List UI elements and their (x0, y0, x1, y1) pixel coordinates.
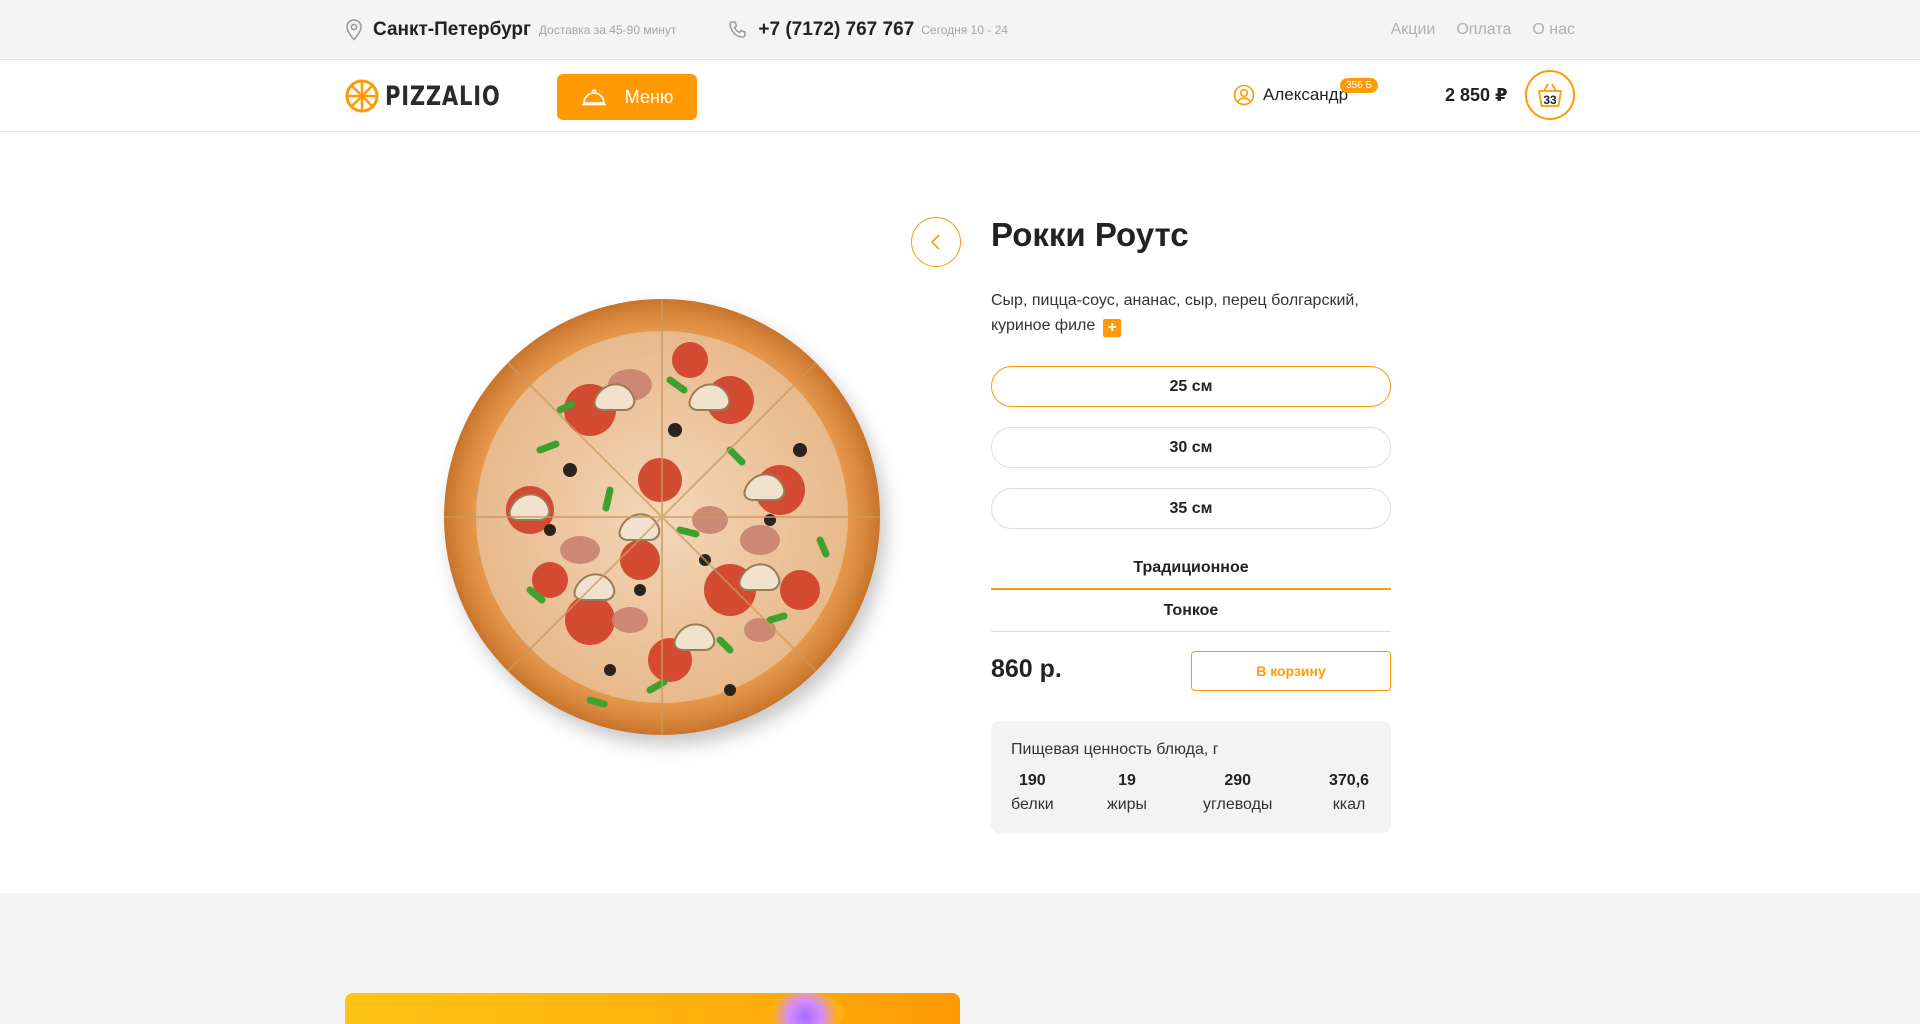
nutrition-label: жиры (1107, 796, 1148, 813)
menu-label: Меню (624, 86, 674, 107)
user-icon (1233, 84, 1255, 106)
cart-total[interactable]: 2 850 ₽ (1445, 85, 1508, 106)
top-bar: Санкт-Петербург Доставка за 45-90 минут … (0, 0, 1920, 60)
nutrition-protein: 190 белки (1011, 769, 1054, 817)
size-option-30[interactable]: 30 см (991, 427, 1391, 468)
nutrition-value: 370,6 (1329, 772, 1370, 789)
nutrition-value: 190 (1018, 772, 1046, 789)
working-hours: Сегодня 10 - 24 (921, 23, 1008, 37)
cloche-icon (581, 89, 606, 106)
phone-number[interactable]: +7 (7172) 767 767 (758, 19, 914, 41)
cart-count: 33 (1543, 93, 1557, 107)
description-text: Сыр, пицца-соус, ананас, сыр, перец болг… (991, 292, 1359, 334)
location-pin-icon (346, 19, 362, 41)
phone-icon (729, 21, 747, 38)
logo-wheel-icon (345, 79, 379, 113)
size-option-35[interactable]: 35 см (991, 488, 1391, 529)
nutrition-value: 19 (1118, 772, 1136, 789)
nav-link-payment[interactable]: Оплата (1456, 21, 1511, 39)
nutrition-label: ккал (1332, 796, 1366, 813)
dough-tab-traditional[interactable]: Традиционное (991, 548, 1391, 590)
nutrition-title: Пищевая ценность блюда, г (1011, 741, 1219, 758)
nutrition-fat: 19 жиры (1107, 769, 1147, 817)
nutrition-panel: Пищевая ценность блюда, г 190 белки 19 ж… (991, 721, 1391, 833)
nutrition-label: углеводы (1203, 796, 1273, 813)
nutrition-carbs: 290 углеводы (1203, 769, 1272, 817)
chevron-left-icon (930, 234, 940, 250)
nutrition-kcal: 370,6 ккал (1329, 769, 1369, 817)
promo-illustration (765, 993, 845, 1024)
nav-link-promotions[interactable]: Акции (1391, 21, 1436, 39)
nutrition-label: белки (1011, 796, 1054, 813)
logo-text: PIZZALIO (385, 80, 501, 112)
menu-button[interactable]: Меню (557, 74, 697, 120)
city-name[interactable]: Санкт-Петербург (373, 19, 531, 41)
add-to-cart-button[interactable]: В корзину (1191, 651, 1391, 691)
dough-tab-thin[interactable]: Тонкое (991, 590, 1391, 632)
phone-block: +7 (7172) 767 767 Сегодня 10 - 24 (728, 19, 1008, 41)
nutrition-value: 290 (1224, 772, 1252, 789)
plus-icon[interactable]: + (1103, 319, 1122, 337)
product-title: Рокки Роутс (991, 216, 1189, 253)
bottom-section (0, 893, 1920, 1024)
top-nav: Акции Оплата О нас (1391, 21, 1575, 39)
pizza-image (444, 299, 880, 735)
product-description: Сыр, пицца-соус, ананас, сыр, перец болг… (991, 288, 1411, 338)
product-price: 860 р. (991, 655, 1062, 683)
logo[interactable]: PIZZALIO (345, 79, 533, 113)
delivery-note: Доставка за 45-90 минут (538, 23, 677, 37)
promo-banner[interactable] (345, 993, 960, 1024)
user-name: Александр (1263, 85, 1349, 104)
user-account[interactable]: Александр (1233, 84, 1348, 106)
bonus-badge: 356 Б (1340, 78, 1379, 93)
main-header: PIZZALIO Меню Александр 356 Б 2 850 ₽ 33 (0, 61, 1920, 132)
size-option-25[interactable]: 25 см (991, 366, 1391, 407)
city-selector[interactable]: Санкт-Петербург Доставка за 45-90 минут (345, 19, 676, 41)
nav-link-about[interactable]: О нас (1532, 21, 1575, 39)
back-button[interactable] (911, 217, 961, 267)
